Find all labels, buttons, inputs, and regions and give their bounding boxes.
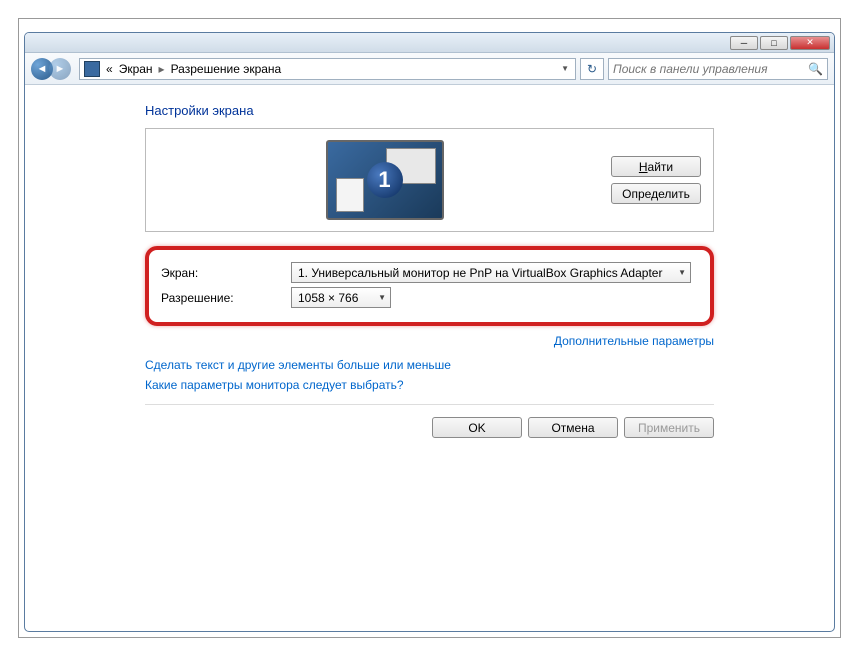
display-label: Экран: [161, 266, 291, 280]
text-size-link[interactable]: Сделать текст и другие элементы больше и… [145, 358, 451, 372]
close-button[interactable]: ✕ [790, 36, 830, 50]
cancel-button[interactable]: Отмена [528, 417, 618, 438]
forward-button[interactable]: ► [49, 58, 71, 80]
content-area: Настройки экрана 1 Найти Определить Экра… [25, 85, 834, 438]
which-settings-link[interactable]: Какие параметры монитора следует выбрать… [145, 378, 404, 392]
resolution-label: Разрешение: [161, 291, 291, 305]
maximize-button[interactable]: □ [760, 36, 788, 50]
navigation-bar: ◄ ► « Экран ▸ Разрешение экрана ▼ ↻ 🔍 [25, 53, 834, 85]
search-input[interactable] [613, 62, 808, 76]
breadcrumb-level-2[interactable]: Разрешение экрана [171, 62, 282, 76]
address-bar[interactable]: « Экран ▸ Разрешение экрана ▼ [79, 58, 576, 80]
ok-button[interactable]: OK [432, 417, 522, 438]
chevron-down-icon: ▼ [678, 268, 686, 277]
preview-buttons: Найти Определить [611, 156, 701, 204]
resolution-dropdown[interactable]: 1058 × 766 ▼ [291, 287, 391, 308]
window: ─ □ ✕ ◄ ► « Экран ▸ Разрешение экрана ▼ … [24, 32, 835, 632]
nav-buttons: ◄ ► [31, 56, 75, 82]
divider [145, 404, 714, 405]
chevron-down-icon: ▼ [378, 293, 386, 302]
breadcrumb-prefix: « [106, 62, 113, 76]
resolution-value: 1058 × 766 [298, 291, 358, 305]
advanced-link-row: Дополнительные параметры [145, 334, 714, 348]
page-title: Настройки экрана [145, 103, 714, 118]
control-panel-icon [84, 61, 100, 77]
refresh-button[interactable]: ↻ [580, 58, 604, 80]
address-dropdown-icon[interactable]: ▼ [559, 62, 571, 75]
monitor-number-badge: 1 [367, 162, 403, 198]
apply-button[interactable]: Применить [624, 417, 714, 438]
breadcrumb-level-1[interactable]: Экран [119, 62, 153, 76]
highlighted-settings: Экран: 1. Универсальный монитор не PnP н… [145, 246, 714, 326]
display-preview[interactable]: 1 [158, 140, 611, 220]
display-value: 1. Универсальный монитор не PnP на Virtu… [298, 266, 662, 280]
breadcrumb-separator-icon: ▸ [159, 62, 165, 76]
minimize-button[interactable]: ─ [730, 36, 758, 50]
display-preview-box: 1 Найти Определить [145, 128, 714, 232]
resolution-field-row: Разрешение: 1058 × 766 ▼ [161, 287, 698, 308]
titlebar: ─ □ ✕ [25, 33, 834, 53]
advanced-settings-link[interactable]: Дополнительные параметры [554, 334, 714, 348]
display-field-row: Экран: 1. Универсальный монитор не PnP н… [161, 262, 698, 283]
monitor-thumbnail[interactable]: 1 [326, 140, 444, 220]
find-button[interactable]: Найти [611, 156, 701, 177]
dialog-buttons: OK Отмена Применить [145, 417, 714, 438]
search-icon[interactable]: 🔍 [808, 62, 823, 76]
detect-button[interactable]: Определить [611, 183, 701, 204]
monitor-window-icon-2 [336, 178, 364, 212]
display-dropdown[interactable]: 1. Универсальный монитор не PnP на Virtu… [291, 262, 691, 283]
search-box[interactable]: 🔍 [608, 58, 828, 80]
